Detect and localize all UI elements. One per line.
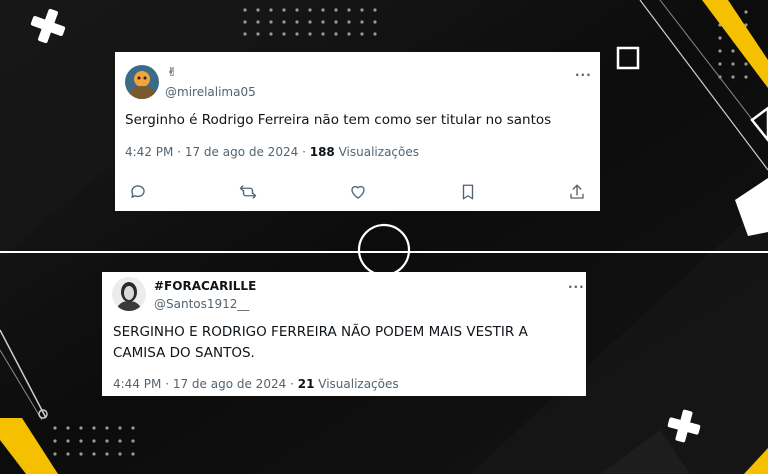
views-label: Visualizações [318, 377, 399, 391]
retweet-icon[interactable] [239, 183, 257, 201]
tweet-time[interactable]: 4:44 PM [113, 377, 161, 391]
tweet-date[interactable]: 17 de ago de 2024 [185, 145, 298, 159]
tweet-time[interactable]: 4:42 PM [125, 145, 173, 159]
tweet-meta: 4:44 PM · 17 de ago de 2024 · 21 Visuali… [113, 377, 399, 391]
like-icon[interactable] [349, 183, 367, 201]
display-name[interactable]: ✌ [167, 65, 177, 79]
tweet-text: SERGINHO E RODRIGO FERREIRA NÃO PODEM MA… [113, 324, 528, 361]
display-name[interactable]: #FORACARILLE [154, 279, 256, 293]
tweet-date[interactable]: 17 de ago de 2024 [173, 377, 286, 391]
reply-icon[interactable] [129, 183, 147, 201]
avatar[interactable] [112, 277, 146, 311]
tweet-meta: 4:42 PM · 17 de ago de 2024 · 188 Visual… [125, 145, 419, 159]
more-options-icon[interactable]: ··· [575, 69, 592, 81]
meta-separator: · [177, 145, 182, 159]
more-options-icon[interactable]: ··· [568, 281, 585, 293]
views-count: 21 [297, 377, 315, 391]
meta-separator: · [165, 377, 170, 391]
views-label: Visualizações [338, 145, 419, 159]
tweet-card-1: ✌ @mirelalima05 ··· Serginho é Rodrigo F… [115, 52, 600, 211]
bookmark-icon[interactable] [459, 183, 477, 201]
handle[interactable]: @mirelalima05 [165, 85, 256, 99]
handle[interactable]: @Santos1912__ [154, 297, 249, 311]
share-icon[interactable] [568, 183, 586, 201]
tweet-text: Serginho é Rodrigo Ferreira não tem como… [125, 112, 552, 128]
views-count: 188 [309, 145, 335, 159]
meta-separator: · [302, 145, 306, 159]
meta-separator: · [290, 377, 294, 391]
avatar[interactable] [125, 65, 159, 99]
tweet-card-2: #FORACARILLE @Santos1912__ ··· SERGINHO … [102, 272, 586, 396]
